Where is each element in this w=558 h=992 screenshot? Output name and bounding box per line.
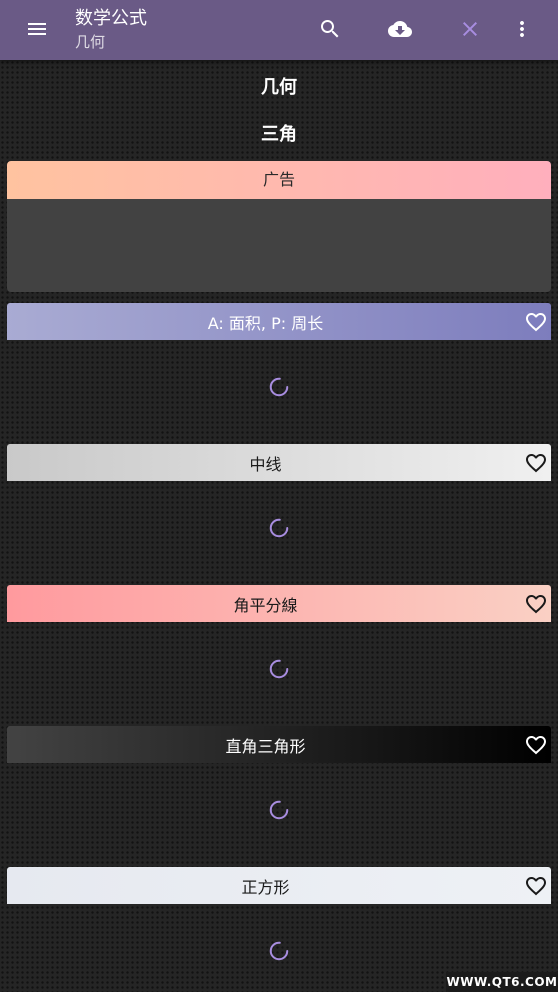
app-bar: 数学公式 几何 bbox=[0, 0, 558, 60]
search-button[interactable] bbox=[310, 9, 350, 49]
formula-card: A: 面积, P: 周长 bbox=[7, 303, 551, 444]
card-content bbox=[7, 340, 551, 444]
loading-spinner-icon bbox=[269, 941, 289, 961]
formula-card: 中线 bbox=[7, 444, 551, 585]
search-icon bbox=[321, 20, 339, 38]
more-options-button[interactable] bbox=[502, 9, 542, 49]
menu-button[interactable] bbox=[17, 9, 57, 49]
loading-spinner-icon bbox=[269, 377, 289, 397]
loading-spinner-icon bbox=[269, 659, 289, 679]
card-title: 直角三角形 bbox=[225, 736, 306, 756]
menu-icon bbox=[28, 23, 46, 35]
card-content bbox=[7, 622, 551, 726]
app-title: 数学公式 bbox=[75, 8, 147, 29]
close-button[interactable] bbox=[450, 9, 490, 49]
heart-outline-icon bbox=[526, 876, 546, 895]
favorite-button[interactable] bbox=[524, 310, 548, 334]
formula-card: 角平分線 bbox=[7, 585, 551, 726]
section-title: 几何 bbox=[261, 77, 297, 98]
heart-outline-icon bbox=[526, 312, 546, 331]
loading-spinner-icon bbox=[269, 518, 289, 538]
watermark: WWW.QT6.COM bbox=[446, 972, 558, 992]
card-title: 正方形 bbox=[241, 877, 290, 897]
heart-outline-icon bbox=[526, 735, 546, 754]
favorite-button[interactable] bbox=[524, 874, 548, 898]
card-content bbox=[7, 481, 551, 585]
card-header[interactable]: 中线 bbox=[7, 444, 551, 481]
card-content bbox=[7, 763, 551, 867]
formula-card: 直角三角形 bbox=[7, 726, 551, 867]
card-title: 角平分線 bbox=[233, 595, 298, 615]
favorite-button[interactable] bbox=[524, 451, 548, 475]
formula-list: A: 面积, P: 周长 中线 角平分線 直角三角形 正方形 bbox=[0, 303, 558, 992]
heart-outline-icon bbox=[526, 453, 546, 472]
card-header[interactable]: 正方形 bbox=[7, 867, 551, 904]
card-header[interactable]: A: 面积, P: 周长 bbox=[7, 303, 551, 340]
loading-spinner-icon bbox=[269, 800, 289, 820]
category-title: 三角 bbox=[261, 124, 297, 145]
heart-outline-icon bbox=[526, 594, 546, 613]
ad-label: 广告 bbox=[7, 161, 551, 199]
card-title: 中线 bbox=[249, 454, 282, 474]
download-button[interactable] bbox=[380, 9, 420, 49]
cloud-download-icon bbox=[388, 21, 412, 37]
ad-card: 广告 bbox=[7, 161, 551, 292]
card-title: A: 面积, P: 周长 bbox=[207, 313, 324, 333]
close-icon bbox=[463, 22, 477, 36]
app-subtitle: 几何 bbox=[75, 33, 106, 51]
card-header[interactable]: 直角三角形 bbox=[7, 726, 551, 763]
favorite-button[interactable] bbox=[524, 592, 548, 616]
favorite-button[interactable] bbox=[524, 733, 548, 757]
card-header[interactable]: 角平分線 bbox=[7, 585, 551, 622]
more-vert-icon bbox=[520, 21, 524, 37]
ad-banner[interactable] bbox=[7, 199, 551, 292]
app-bar-titles: 数学公式 几何 bbox=[75, 7, 147, 53]
